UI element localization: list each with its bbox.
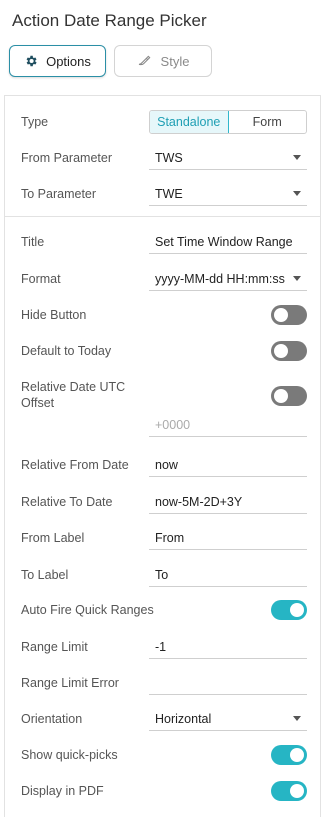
range-limit-label: Range Limit — [21, 640, 88, 654]
tab-style-label: Style — [160, 53, 190, 69]
utc-offset-toggle[interactable] — [271, 386, 307, 406]
chevron-down-icon — [293, 155, 301, 160]
chevron-down-icon — [293, 716, 301, 721]
format-value: yyyy-MM-dd HH:mm:ss — [155, 271, 285, 286]
show-quick-picks-toggle[interactable] — [271, 745, 307, 765]
utc-offset-input[interactable]: +0000 — [149, 413, 307, 437]
utc-offset-label-line1: Relative Date UTC — [21, 380, 126, 394]
relative-to-input[interactable]: now-5M-2D+3Y — [149, 490, 307, 514]
relative-from-label: Relative From Date — [21, 458, 129, 472]
hide-button-toggle[interactable] — [271, 305, 307, 325]
relative-to-label: Relative To Date — [21, 495, 113, 509]
to-parameter-value: TWE — [155, 186, 183, 201]
type-segmented-control: Standalone Form — [149, 110, 307, 134]
auto-fire-label: Auto Fire Quick Ranges — [21, 603, 154, 617]
orientation-select[interactable]: Horizontal — [149, 707, 307, 731]
auto-fire-toggle[interactable] — [271, 600, 307, 620]
utc-offset-label-line2: Offset — [21, 396, 55, 410]
hide-button-label: Hide Button — [21, 308, 87, 322]
tab-options-label: Options — [46, 53, 91, 69]
from-parameter-select[interactable]: TWS — [149, 146, 307, 170]
from-parameter-value: TWS — [155, 150, 183, 165]
title-label: Title — [21, 235, 45, 249]
to-label-input[interactable]: To — [149, 563, 307, 587]
orientation-label: Orientation — [21, 712, 83, 726]
type-option-standalone[interactable]: Standalone — [150, 111, 229, 133]
gear-icon — [24, 54, 38, 68]
from-label-input[interactable]: From — [149, 526, 307, 550]
panel-title: Action Date Range Picker — [12, 11, 207, 30]
default-today-toggle[interactable] — [271, 341, 307, 361]
range-limit-error-input[interactable] — [149, 671, 307, 695]
type-option-form[interactable]: Form — [229, 111, 307, 133]
relative-from-input[interactable]: now — [149, 453, 307, 477]
range-limit-input[interactable]: -1 — [149, 635, 307, 659]
tab-options[interactable]: Options — [9, 45, 106, 77]
type-label: Type — [21, 115, 49, 129]
tab-style[interactable]: Style — [114, 45, 212, 77]
to-parameter-select[interactable]: TWE — [149, 182, 307, 206]
title-input[interactable]: Set Time Window Range — [149, 230, 307, 254]
range-limit-error-label: Range Limit Error — [21, 676, 119, 690]
from-parameter-label: From Parameter — [21, 151, 112, 165]
display-pdf-toggle[interactable] — [271, 781, 307, 801]
display-pdf-label: Display in PDF — [21, 784, 104, 798]
chevron-down-icon — [293, 276, 301, 281]
to-parameter-label: To Parameter — [21, 187, 97, 201]
brush-icon — [137, 54, 153, 68]
from-label-label: From Label — [21, 531, 85, 545]
show-quick-picks-label: Show quick-picks — [21, 748, 118, 762]
default-today-label: Default to Today — [21, 344, 112, 358]
format-label: Format — [21, 272, 61, 286]
to-label-label: To Label — [21, 568, 69, 582]
section-divider — [4, 216, 321, 217]
format-select[interactable]: yyyy-MM-dd HH:mm:ss — [149, 267, 307, 291]
orientation-value: Horizontal — [155, 711, 212, 726]
chevron-down-icon — [293, 191, 301, 196]
